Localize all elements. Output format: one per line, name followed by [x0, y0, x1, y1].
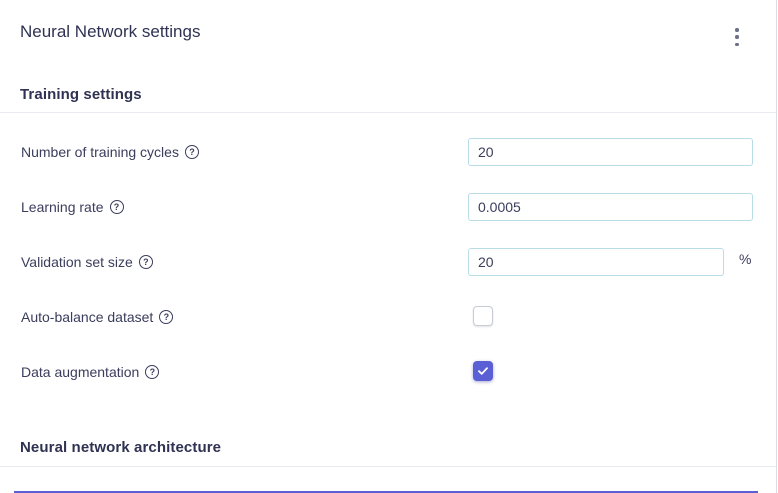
data-augmentation-label: Data augmentation ?	[21, 364, 160, 380]
help-icon[interactable]: ?	[159, 310, 174, 324]
architecture-heading: Neural network architecture	[20, 439, 222, 456]
validation-set-size-input[interactable]: 20	[468, 248, 724, 276]
training-cycles-label-text: Number of training cycles	[21, 144, 179, 160]
help-icon[interactable]: ?	[145, 365, 160, 379]
section-divider	[0, 466, 776, 467]
training-cycles-value: 20	[478, 144, 494, 160]
validation-set-size-label: Validation set size ?	[21, 254, 153, 270]
panel-title: Neural Network settings	[20, 22, 201, 41]
help-icon[interactable]: ?	[109, 200, 124, 214]
learning-rate-value: 0.0005	[478, 199, 521, 215]
neural-network-settings-panel: Neural Network settings Training setting…	[0, 0, 777, 493]
checkmark-icon	[478, 367, 488, 375]
auto-balance-label: Auto-balance dataset ?	[21, 309, 174, 325]
learning-rate-label: Learning rate ?	[21, 199, 124, 215]
data-augmentation-label-text: Data augmentation	[21, 364, 140, 380]
validation-set-size-value: 20	[478, 254, 494, 270]
training-settings-heading: Training settings	[20, 86, 142, 103]
auto-balance-checkbox[interactable]	[473, 306, 493, 326]
learning-rate-input[interactable]: 0.0005	[468, 193, 753, 221]
data-augmentation-checkbox[interactable]	[473, 361, 493, 381]
architecture-canvas-edge	[14, 491, 758, 493]
percent-unit-label: %	[739, 251, 752, 267]
help-icon[interactable]: ?	[138, 255, 153, 269]
learning-rate-label-text: Learning rate	[21, 199, 104, 215]
auto-balance-label-text: Auto-balance dataset	[21, 309, 154, 325]
training-cycles-label: Number of training cycles ?	[21, 144, 199, 160]
more-options-icon[interactable]	[730, 28, 744, 46]
validation-set-size-label-text: Validation set size	[21, 254, 133, 270]
help-icon[interactable]: ?	[184, 145, 199, 159]
section-divider	[0, 112, 776, 113]
training-cycles-input[interactable]: 20	[468, 138, 753, 166]
